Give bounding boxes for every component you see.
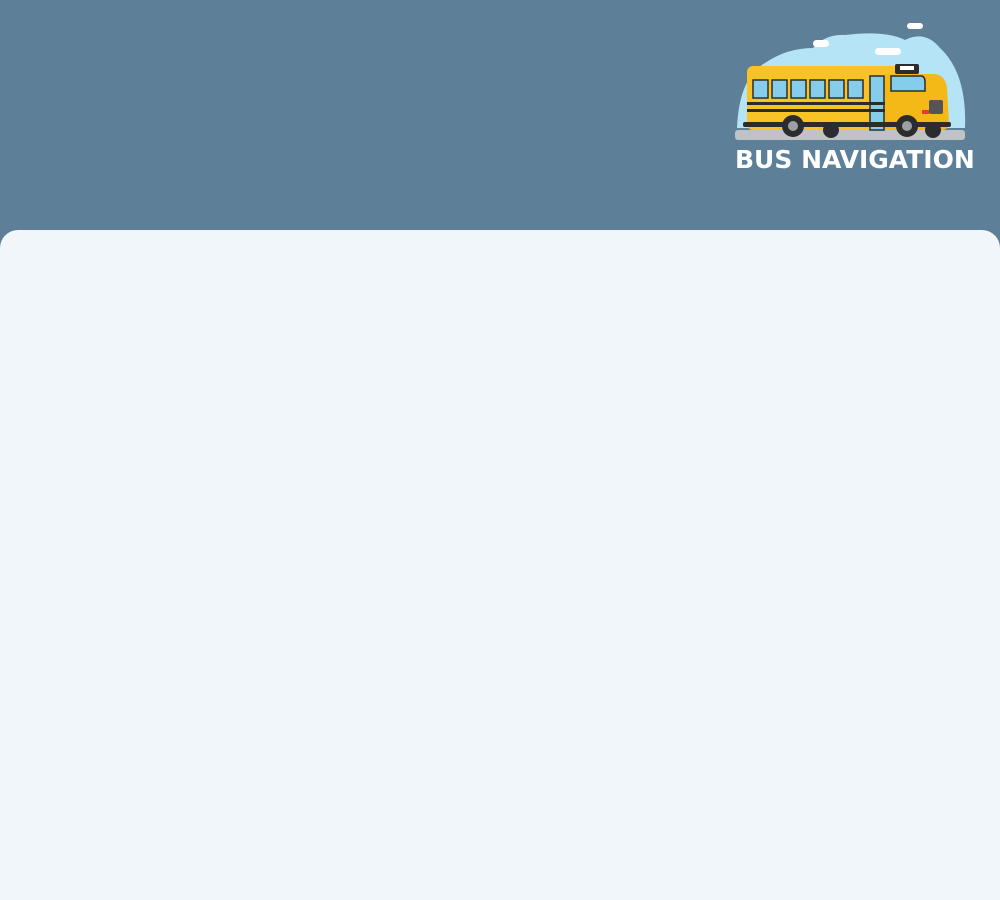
main-content-panel xyxy=(0,230,1000,900)
app-header: BUS NAVIGATION xyxy=(0,0,1000,230)
school-bus-icon xyxy=(735,23,966,140)
bus-navigation-logo[interactable]: BUS NAVIGATION xyxy=(735,18,975,178)
logo-title: BUS NAVIGATION xyxy=(735,145,975,174)
